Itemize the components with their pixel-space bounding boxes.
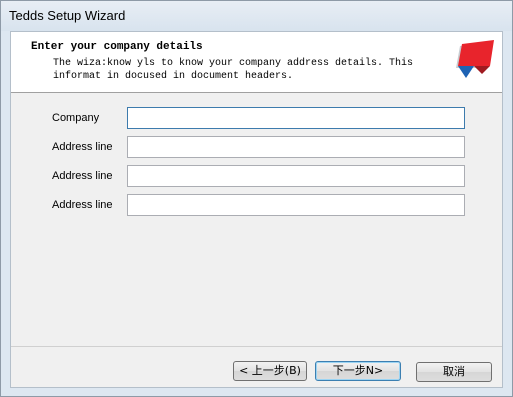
cancel-button[interactable]: 取消 [416, 362, 492, 382]
company-input[interactable] [127, 107, 465, 129]
address-line-1-input[interactable] [127, 136, 465, 158]
address-line-2-row: Address line [11, 165, 502, 189]
window-title: Tedds Setup Wizard [9, 8, 126, 23]
wizard-header: Enter your company details The wiza:know… [11, 32, 502, 93]
company-row: Company [11, 107, 502, 131]
footer-divider [11, 346, 502, 347]
address-line-3-row: Address line [11, 194, 502, 218]
tedds-logo-icon [456, 40, 494, 78]
address-line-2-input[interactable] [127, 165, 465, 187]
wizard-content: Enter your company details The wiza:know… [10, 31, 503, 388]
page-description: The wiza:know yls to know your company a… [53, 58, 414, 82]
address-line-1-label: Address line [52, 141, 113, 153]
address-line-2-label: Address line [52, 170, 113, 182]
address-line-3-label: Address line [52, 199, 113, 211]
address-line-1-row: Address line [11, 136, 502, 160]
company-label: Company [52, 112, 100, 124]
address-line-3-input[interactable] [127, 194, 465, 216]
back-button[interactable]: < 上一步(B) [233, 361, 307, 381]
title-bar[interactable]: Tedds Setup Wizard [1, 1, 512, 31]
next-button[interactable]: 下一步N> [315, 361, 401, 381]
setup-wizard-window: Tedds Setup Wizard Enter your company de… [0, 0, 513, 397]
page-title: Enter your company details [31, 41, 203, 53]
